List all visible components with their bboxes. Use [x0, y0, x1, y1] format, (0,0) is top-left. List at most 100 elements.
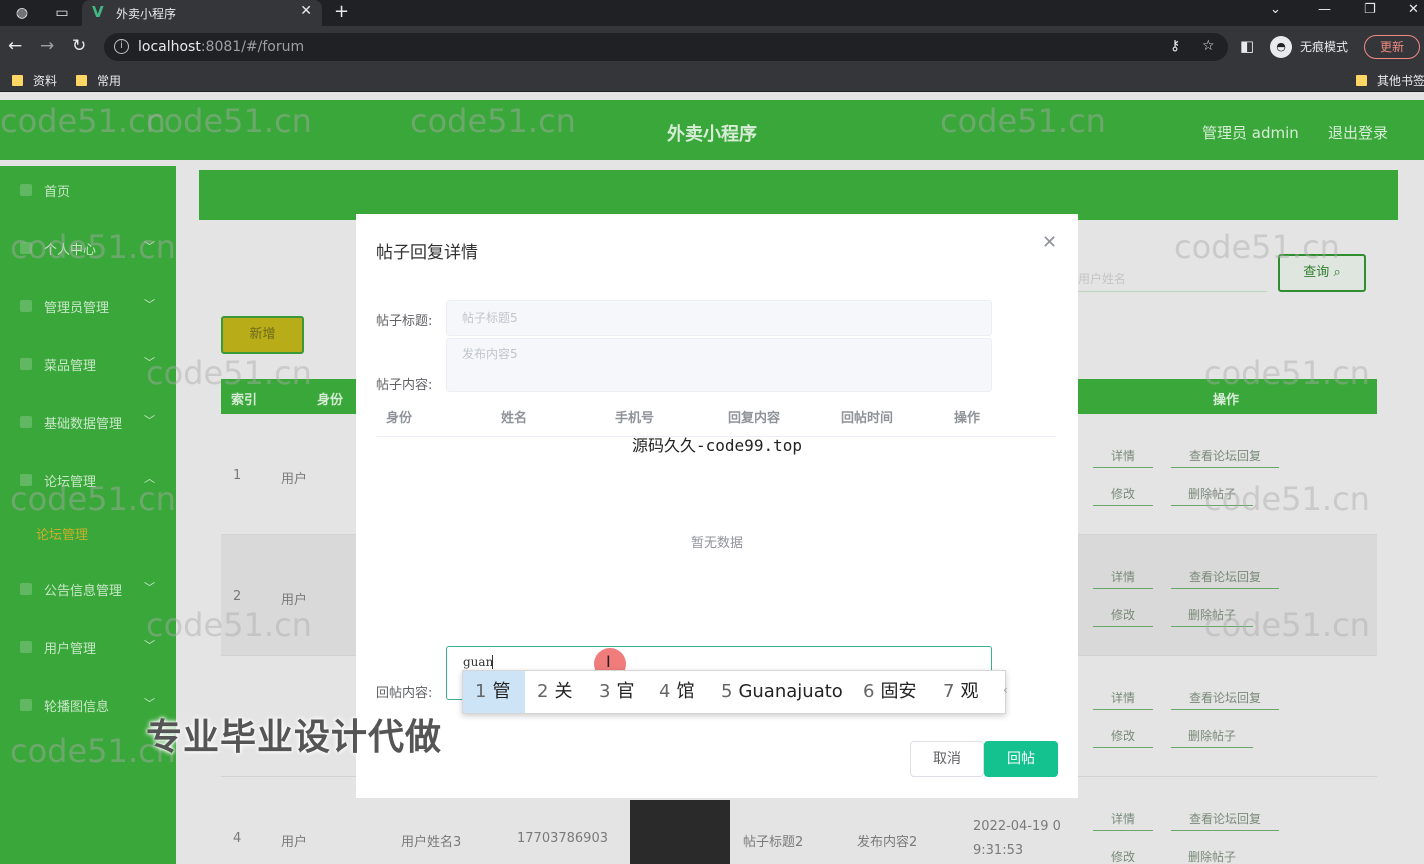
detail-button[interactable]: 详情 [1093, 686, 1153, 710]
edit-button[interactable]: 修改 [1093, 482, 1153, 506]
globe-icon[interactable]: ◍ [12, 3, 32, 23]
url-host: localhost [138, 39, 201, 55]
chevron-down-icon: ﹀ [144, 581, 155, 594]
side-panel-icon[interactable]: ◧ [1240, 36, 1254, 56]
ime-candidate[interactable]: 1管 [463, 671, 525, 713]
view-replies-button[interactable]: 查看论坛回复 [1171, 444, 1279, 468]
image-icon [20, 699, 32, 711]
chevron-down-icon: ﹀ [144, 639, 155, 652]
bookmarks-bar: 资料 常用 其他书签 [0, 68, 1424, 92]
data-icon [20, 416, 32, 428]
view-replies-button[interactable]: 查看论坛回复 [1171, 565, 1279, 589]
update-button[interactable]: 更新 [1364, 35, 1420, 59]
col-role: 身份 [386, 411, 413, 426]
tab-title: 外卖小程序 [116, 7, 177, 21]
chevron-down-icon: ﹀ [144, 240, 155, 253]
vue-logo-icon: V [92, 3, 104, 21]
view-replies-button[interactable]: 查看论坛回复 [1171, 807, 1279, 831]
sidebar-item-forum[interactable]: 论坛管理 ︿ [0, 456, 176, 512]
site-info-icon[interactable]: i [114, 39, 129, 54]
ime-more-icon[interactable]: ‹ [1003, 683, 1008, 697]
text-caret [492, 655, 493, 669]
top-navbar: 外卖小程序 管理员 admin 退出登录 [0, 100, 1424, 160]
key-icon[interactable]: ⚷ [1170, 38, 1180, 54]
bookmark-star-icon[interactable]: ☆ [1202, 38, 1215, 54]
window-close-icon[interactable]: ✕ [1408, 2, 1419, 17]
sidebar-item-dishes[interactable]: 菜品管理 ﹀ [0, 340, 176, 396]
notice-icon [20, 583, 32, 595]
ime-candidate[interactable]: 7观 [943, 671, 978, 713]
delete-button[interactable]: 删除帖子 [1171, 845, 1253, 864]
post-content-field: 发布内容5 [446, 338, 992, 392]
col-reply-content: 回复内容 [728, 411, 781, 426]
tab-search-icon[interactable]: ▭ [52, 3, 72, 23]
ime-candidate[interactable]: 3官 [599, 671, 634, 713]
url-input[interactable]: i localhost:8081/#/forum ⚷ ☆ [104, 33, 1228, 61]
bookmark-folder-changyong[interactable]: 常用 [76, 72, 121, 89]
delete-button[interactable]: 删除帖子 [1171, 724, 1253, 748]
minimize-icon[interactable]: — [1318, 2, 1331, 17]
browser-tab[interactable]: V 外卖小程序 ✕ [82, 0, 322, 26]
edit-button[interactable]: 修改 [1093, 845, 1153, 864]
overlay-caption: 专业毕业设计代做 [146, 717, 443, 758]
ime-candidate[interactable]: 2关 [537, 671, 572, 713]
sidebar-item-profile[interactable]: 个人中心 ﹀ [0, 224, 176, 280]
other-bookmarks[interactable]: 其他书签 [1356, 72, 1424, 89]
submit-reply-button[interactable]: 回帖 [984, 741, 1058, 777]
tab-list-icon[interactable]: ⌄ [1270, 2, 1281, 17]
detail-button[interactable]: 详情 [1093, 444, 1153, 468]
folder-icon [1356, 75, 1367, 86]
col-actions: 操作 [954, 411, 981, 426]
reload-icon[interactable]: ↻ [72, 36, 86, 56]
dish-icon [20, 358, 32, 370]
sidebar-item-home[interactable]: 首页 [0, 166, 176, 222]
sidebar-item-admins[interactable]: 管理员管理 ﹀ [0, 282, 176, 338]
tab-close-icon[interactable]: ✕ [300, 3, 312, 19]
ime-candidate[interactable]: 5 Guanajuato [721, 671, 843, 713]
sidebar-item-base-data[interactable]: 基础数据管理 ﹀ [0, 398, 176, 454]
empty-state: 暂无数据 [690, 536, 743, 551]
incognito-icon: ◓ [1270, 36, 1292, 58]
user-icon [20, 242, 32, 254]
search-button[interactable]: 查询 ⌕ [1278, 254, 1366, 292]
ime-candidate[interactable]: 6 固安 [863, 671, 916, 713]
add-button[interactable]: 新增 [221, 316, 304, 354]
home-icon [20, 184, 32, 196]
restore-icon[interactable]: ❐ [1364, 2, 1376, 17]
sidebar-item-users[interactable]: 用户管理 ﹀ [0, 623, 176, 679]
ime-candidate[interactable]: 4馆 [659, 671, 694, 713]
sidebar-subitem-forum-manage[interactable]: 论坛管理 [36, 524, 88, 543]
forward-icon[interactable]: → [40, 36, 54, 56]
back-icon[interactable]: ← [8, 36, 22, 56]
new-tab-icon[interactable]: + [334, 1, 349, 22]
ime-candidate-bar: 1管 2关 3官 4馆 5 Guanajuato 6 固安 7观 ‹ [462, 670, 1008, 714]
view-replies-button[interactable]: 查看论坛回复 [1171, 686, 1279, 710]
current-user: 管理员 admin [1202, 124, 1299, 142]
col-phone: 手机号 [615, 411, 655, 426]
post-content-label: 帖子内容: [376, 378, 433, 393]
dialog-title: 帖子回复详情 [376, 243, 478, 263]
ibeam-cursor-icon: I [606, 652, 611, 671]
users-icon [20, 641, 32, 653]
post-thumbnail-image [630, 800, 730, 864]
browser-tab-strip: ◍ ▭ V 外卖小程序 ✕ + ⌄ — ❐ ✕ [0, 0, 1424, 26]
breadcrumb-banner [199, 170, 1398, 220]
sidebar-item-notices[interactable]: 公告信息管理 ﹀ [0, 565, 176, 621]
col-actions: 操作 [1213, 393, 1240, 408]
close-icon[interactable]: ✕ [1042, 232, 1057, 253]
detail-button[interactable]: 详情 [1093, 565, 1153, 589]
col-name: 姓名 [501, 411, 528, 426]
delete-button[interactable]: 删除帖子 [1171, 603, 1253, 627]
bookmark-folder-ziliao[interactable]: 资料 [12, 72, 57, 89]
search-input[interactable]: 用户姓名 [1078, 264, 1267, 292]
folder-icon [76, 75, 87, 86]
edit-button[interactable]: 修改 [1093, 724, 1153, 748]
address-bar-row: ← → ↻ i localhost:8081/#/forum ⚷ ☆ ◧ ◓ 无… [0, 26, 1424, 68]
cancel-button[interactable]: 取消 [910, 741, 984, 777]
edit-button[interactable]: 修改 [1093, 603, 1153, 627]
delete-button[interactable]: 删除帖子 [1171, 482, 1253, 506]
admin-icon [20, 300, 32, 312]
detail-button[interactable]: 详情 [1093, 807, 1153, 831]
logout-link[interactable]: 退出登录 [1328, 122, 1388, 143]
search-icon: ⌕ [1333, 265, 1341, 280]
